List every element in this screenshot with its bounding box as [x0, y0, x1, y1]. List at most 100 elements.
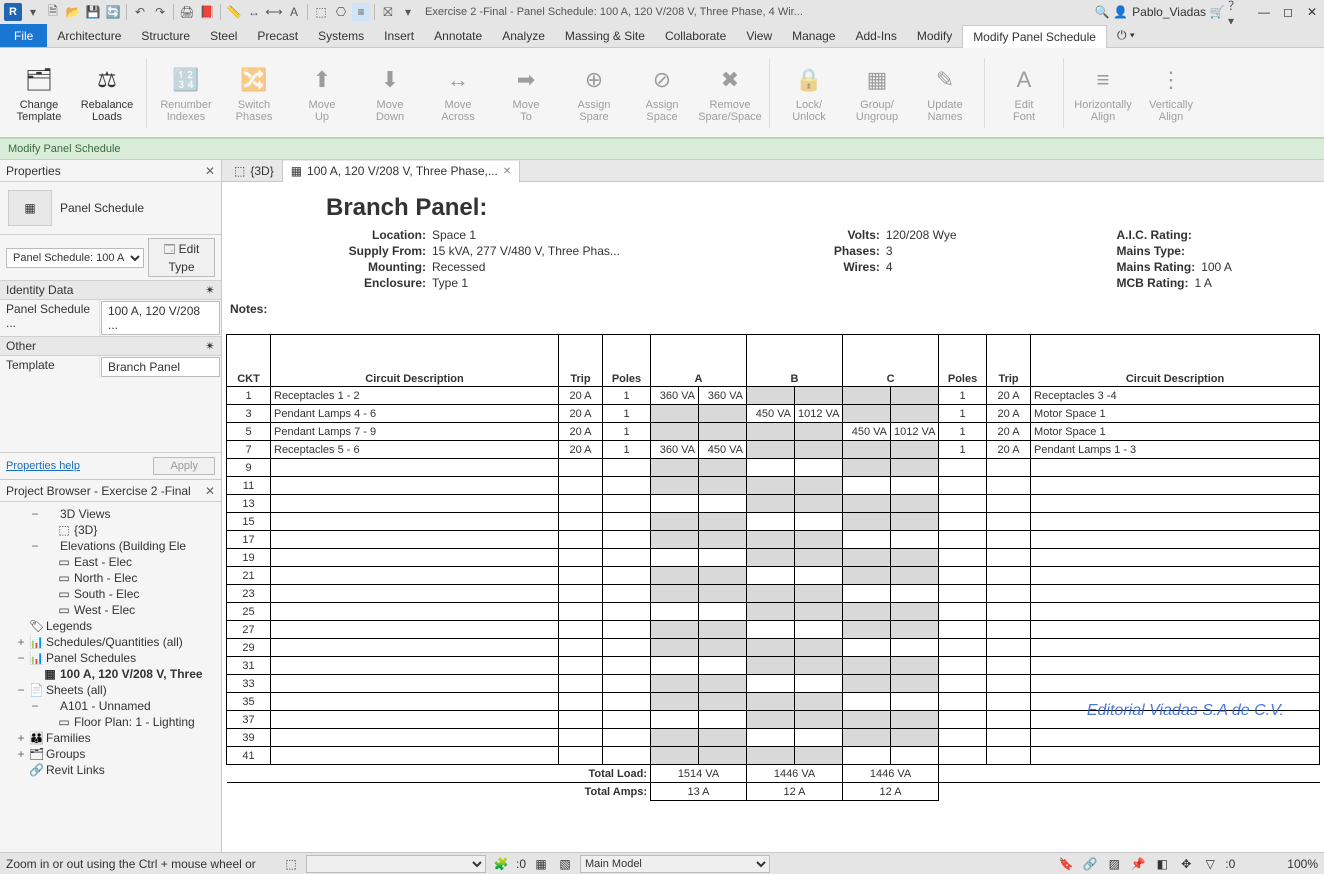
instance-selector[interactable]: Panel Schedule: 100 A — [6, 248, 144, 268]
section-icon[interactable]: ⎔ — [332, 3, 350, 21]
menu-addins-ext[interactable]: ⏻ ▾ — [1107, 24, 1145, 47]
tab-100-a-120-v-208-v-three-phase-[interactable]: ▦100 A, 120 V/208 V, Three Phase,...✕ — [283, 161, 521, 183]
close-hidden-icon[interactable]: ⛝ — [379, 3, 397, 21]
apply-button[interactable]: Apply — [153, 457, 215, 475]
status-selector-1[interactable] — [306, 855, 486, 873]
maximize-icon[interactable]: ◻ — [1280, 5, 1296, 19]
browser-close-icon[interactable]: ✕ — [205, 484, 215, 498]
save-icon[interactable]: 💾 — [84, 3, 102, 21]
print-icon[interactable]: 🖨 — [178, 3, 196, 21]
help-icon[interactable]: ？▾ — [1228, 3, 1246, 21]
model-selector[interactable]: Main Model — [580, 855, 770, 873]
text-icon[interactable]: A — [285, 3, 303, 21]
table-row[interactable]: 23 — [227, 585, 1320, 603]
tree-sheets-all-[interactable]: −📄Sheets (all) — [2, 682, 219, 698]
tree-panel-schedules[interactable]: −📊Panel Schedules — [2, 650, 219, 666]
menu-systems[interactable]: Systems — [308, 24, 374, 47]
menu-collaborate[interactable]: Collaborate — [655, 24, 736, 47]
table-row[interactable]: 25 — [227, 603, 1320, 621]
table-row[interactable]: 21 — [227, 567, 1320, 585]
table-row[interactable]: 3Pendant Lamps 4 - 620 A1450 VA1012 VA12… — [227, 405, 1320, 423]
table-row[interactable]: 31 — [227, 657, 1320, 675]
close-window-icon[interactable]: ✕ — [1304, 5, 1320, 19]
menu-analyze[interactable]: Analyze — [492, 24, 555, 47]
align-icon[interactable]: ↔ — [245, 3, 263, 21]
panel-schedule-canvas[interactable]: Branch Panel: Location:Space 1Supply Fro… — [222, 182, 1324, 852]
menu-modify[interactable]: Modify — [907, 24, 962, 47]
sel-pinned-icon[interactable]: 📌 — [1129, 855, 1147, 873]
ribbon-change-template-button[interactable]: 🗂ChangeTemplate — [8, 51, 70, 135]
table-row[interactable]: 7Receptacles 5 - 620 A1360 VA450 VA120 A… — [227, 441, 1320, 459]
measure-icon[interactable]: 📏 — [225, 3, 243, 21]
schedule-table[interactable]: CKTCircuit DescriptionTripPolesABCPolesT… — [226, 334, 1320, 801]
sel-face-icon[interactable]: ◧ — [1153, 855, 1171, 873]
worksets-icon[interactable]: 🧩 — [492, 855, 510, 873]
prop-value[interactable]: Branch Panel — [101, 357, 220, 377]
table-row[interactable]: 19 — [227, 549, 1320, 567]
prop-section-other[interactable]: Other✴ — [0, 336, 221, 356]
table-row[interactable]: 33 — [227, 675, 1320, 693]
redo-icon[interactable]: ↷ — [151, 3, 169, 21]
open-icon[interactable]: 📂 — [64, 3, 82, 21]
tree-west-elec[interactable]: ▭West - Elec — [2, 602, 219, 618]
menu-insert[interactable]: Insert — [374, 24, 424, 47]
table-row[interactable]: 13 — [227, 495, 1320, 513]
filter-icon[interactable]: ▽ — [1201, 855, 1219, 873]
table-row[interactable]: 9 — [227, 459, 1320, 477]
design-options-icon[interactable]: ▧ — [556, 855, 574, 873]
sync-icon[interactable]: 🔄 — [104, 3, 122, 21]
editable-icon[interactable]: ▦ — [532, 855, 550, 873]
menu-view[interactable]: View — [736, 24, 782, 47]
user-account[interactable]: 👤 Pablo_Viadas — [1113, 5, 1206, 19]
menu-structure[interactable]: Structure — [131, 24, 200, 47]
3d-icon[interactable]: ⬚ — [312, 3, 330, 21]
tree-east-elec[interactable]: ▭East - Elec — [2, 554, 219, 570]
prop-section-identity-data[interactable]: Identity Data✴ — [0, 280, 221, 300]
menu-massing-site[interactable]: Massing & Site — [555, 24, 655, 47]
table-row[interactable]: 39 — [227, 729, 1320, 747]
table-row[interactable]: 11 — [227, 477, 1320, 495]
menu-manage[interactable]: Manage — [782, 24, 845, 47]
new-icon[interactable]: 🗎 — [44, 3, 62, 21]
table-row[interactable]: 27 — [227, 621, 1320, 639]
tab-close-icon[interactable]: ✕ — [503, 166, 511, 177]
menu-steel[interactable]: Steel — [200, 24, 247, 47]
tab--3d-[interactable]: ⬚{3D} — [226, 160, 283, 182]
properties-close-icon[interactable]: ✕ — [205, 164, 215, 178]
undo-icon[interactable]: ↶ — [131, 3, 149, 21]
sel-links-icon[interactable]: 🔗 — [1081, 855, 1099, 873]
cart-icon[interactable]: 🛒 — [1208, 3, 1226, 21]
properties-help-link[interactable]: Properties help — [6, 460, 80, 472]
tree-families[interactable]: +👪Families — [2, 730, 219, 746]
drag-icon[interactable]: ✥ — [1177, 855, 1195, 873]
tree-floor-plan-1-lighting[interactable]: ▭Floor Plan: 1 - Lighting — [2, 714, 219, 730]
tree-schedules-quantities-all-[interactable]: +📊Schedules/Quantities (all) — [2, 634, 219, 650]
pdf-icon[interactable]: 📕 — [198, 3, 216, 21]
table-row[interactable]: 1Receptacles 1 - 220 A1360 VA360 VA120 A… — [227, 387, 1320, 405]
tree-legends[interactable]: 🏷Legends — [2, 618, 219, 634]
select-icon[interactable]: ⬚ — [282, 855, 300, 873]
menu-precast[interactable]: Precast — [247, 24, 308, 47]
table-row[interactable]: 41 — [227, 747, 1320, 765]
tree-elevations-building-ele[interactable]: −Elevations (Building Ele — [2, 538, 219, 554]
tree-revit-links[interactable]: 🔗Revit Links — [2, 762, 219, 778]
search-icon[interactable]: 🔍 — [1093, 3, 1111, 21]
minimize-icon[interactable]: — — [1256, 5, 1272, 19]
menu-file[interactable]: File — [0, 24, 47, 47]
tree--3d-[interactable]: ⬚{3D} — [2, 522, 219, 538]
switch-win-icon[interactable]: ▾ — [399, 3, 417, 21]
tree-100-a-120-v-208-v-three[interactable]: ▦100 A, 120 V/208 V, Three — [2, 666, 219, 682]
tree-south-elec[interactable]: ▭South - Elec — [2, 586, 219, 602]
tree-a101-unnamed[interactable]: −A101 - Unnamed — [2, 698, 219, 714]
table-row[interactable]: 17 — [227, 531, 1320, 549]
table-row[interactable]: 5Pendant Lamps 7 - 920 A1450 VA1012 VA12… — [227, 423, 1320, 441]
qa-menu-icon[interactable]: ▾ — [24, 3, 42, 21]
menu-architecture[interactable]: Architecture — [47, 24, 131, 47]
tree-groups[interactable]: +🗂Groups — [2, 746, 219, 762]
sel-filter-icon[interactable]: 🔖 — [1057, 855, 1075, 873]
menu-annotate[interactable]: Annotate — [424, 24, 492, 47]
dim-icon[interactable]: ⟷ — [265, 3, 283, 21]
table-row[interactable]: 35 — [227, 693, 1320, 711]
menu-add-ins[interactable]: Add-Ins — [845, 24, 906, 47]
thin-lines-icon[interactable]: ≡ — [352, 3, 370, 21]
